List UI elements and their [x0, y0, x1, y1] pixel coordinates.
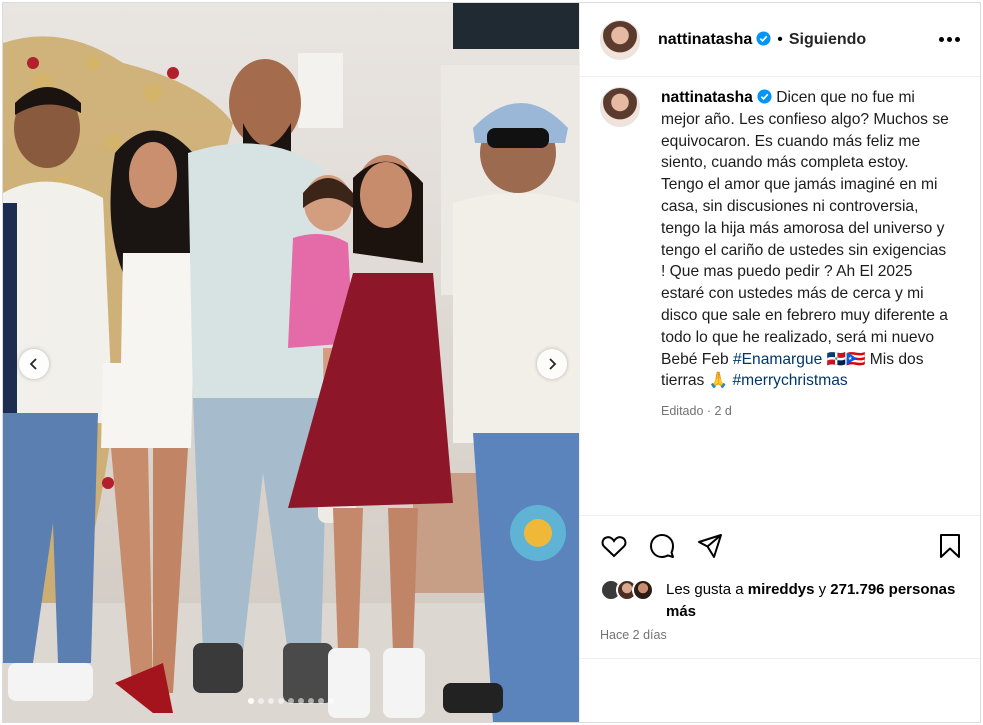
hashtag-link[interactable]: #merrychristmas	[732, 372, 847, 389]
paper-plane-icon	[698, 534, 722, 558]
chevron-left-icon	[29, 358, 37, 370]
carousel-dot	[268, 698, 274, 704]
post-timestamp[interactable]: Hace 2 días	[600, 628, 667, 642]
action-bar	[580, 515, 980, 581]
bookmark-icon	[940, 534, 960, 558]
save-button[interactable]	[936, 532, 964, 560]
post-modal: nattinatasha • Siguiendo nattinatasha Di…	[2, 2, 981, 723]
caption-text: Dicen que no fue mi mejor año. Les confi…	[661, 89, 949, 368]
likes-summary: Les gusta a mireddys y 271.796 personas …	[600, 579, 960, 623]
following-button[interactable]: Siguiendo	[789, 31, 866, 49]
carousel-dot	[278, 698, 284, 704]
post-side-panel: nattinatasha • Siguiendo nattinatasha Di…	[579, 3, 980, 722]
carousel-prev-button[interactable]	[19, 349, 49, 379]
carousel-indicator	[3, 698, 579, 704]
edited-timestamp: Editado · 2 d	[661, 404, 732, 419]
post-header: nattinatasha • Siguiendo	[580, 3, 980, 77]
post-caption: nattinatasha Dicen que no fue mi mejor a…	[600, 87, 970, 423]
carousel-dot	[288, 698, 294, 704]
author-username[interactable]: nattinatasha	[658, 31, 771, 49]
prayer-emoji: 🙏	[708, 372, 729, 390]
carousel-dot	[328, 698, 334, 704]
more-options-icon[interactable]	[937, 29, 961, 49]
comment-icon	[650, 534, 674, 558]
share-button[interactable]	[696, 532, 724, 560]
carousel-dot	[298, 698, 304, 704]
caption-username[interactable]: nattinatasha	[661, 89, 772, 106]
hashtag-link[interactable]: #Enamargue	[733, 351, 822, 368]
heart-icon	[601, 536, 627, 558]
carousel-next-button[interactable]	[537, 349, 567, 379]
family-christmas-photo	[3, 3, 579, 722]
author-avatar[interactable]	[600, 19, 640, 60]
carousel-dot	[318, 698, 324, 704]
caption-author-avatar[interactable]	[600, 87, 640, 127]
verified-badge-icon	[756, 30, 771, 46]
like-button[interactable]	[600, 532, 628, 560]
chevron-right-icon	[549, 358, 557, 370]
comment-button[interactable]	[648, 532, 676, 560]
caption-body: nattinatasha Dicen que no fue mi mejor a…	[661, 87, 951, 423]
flag-emoji: 🇩🇴🇵🇷	[826, 350, 866, 368]
verified-badge-icon	[757, 89, 772, 104]
carousel-dot	[308, 698, 314, 704]
carousel-dot	[258, 698, 264, 704]
liker-username[interactable]: mireddys	[748, 581, 815, 598]
liker-avatars	[600, 579, 660, 603]
post-photo[interactable]	[3, 3, 579, 722]
header-separator: •	[777, 30, 783, 48]
carousel-dot	[248, 698, 254, 704]
divider	[580, 658, 980, 659]
avatar	[632, 579, 654, 601]
likes-text[interactable]: Les gusta a mireddys y 271.796 personas …	[666, 579, 960, 623]
